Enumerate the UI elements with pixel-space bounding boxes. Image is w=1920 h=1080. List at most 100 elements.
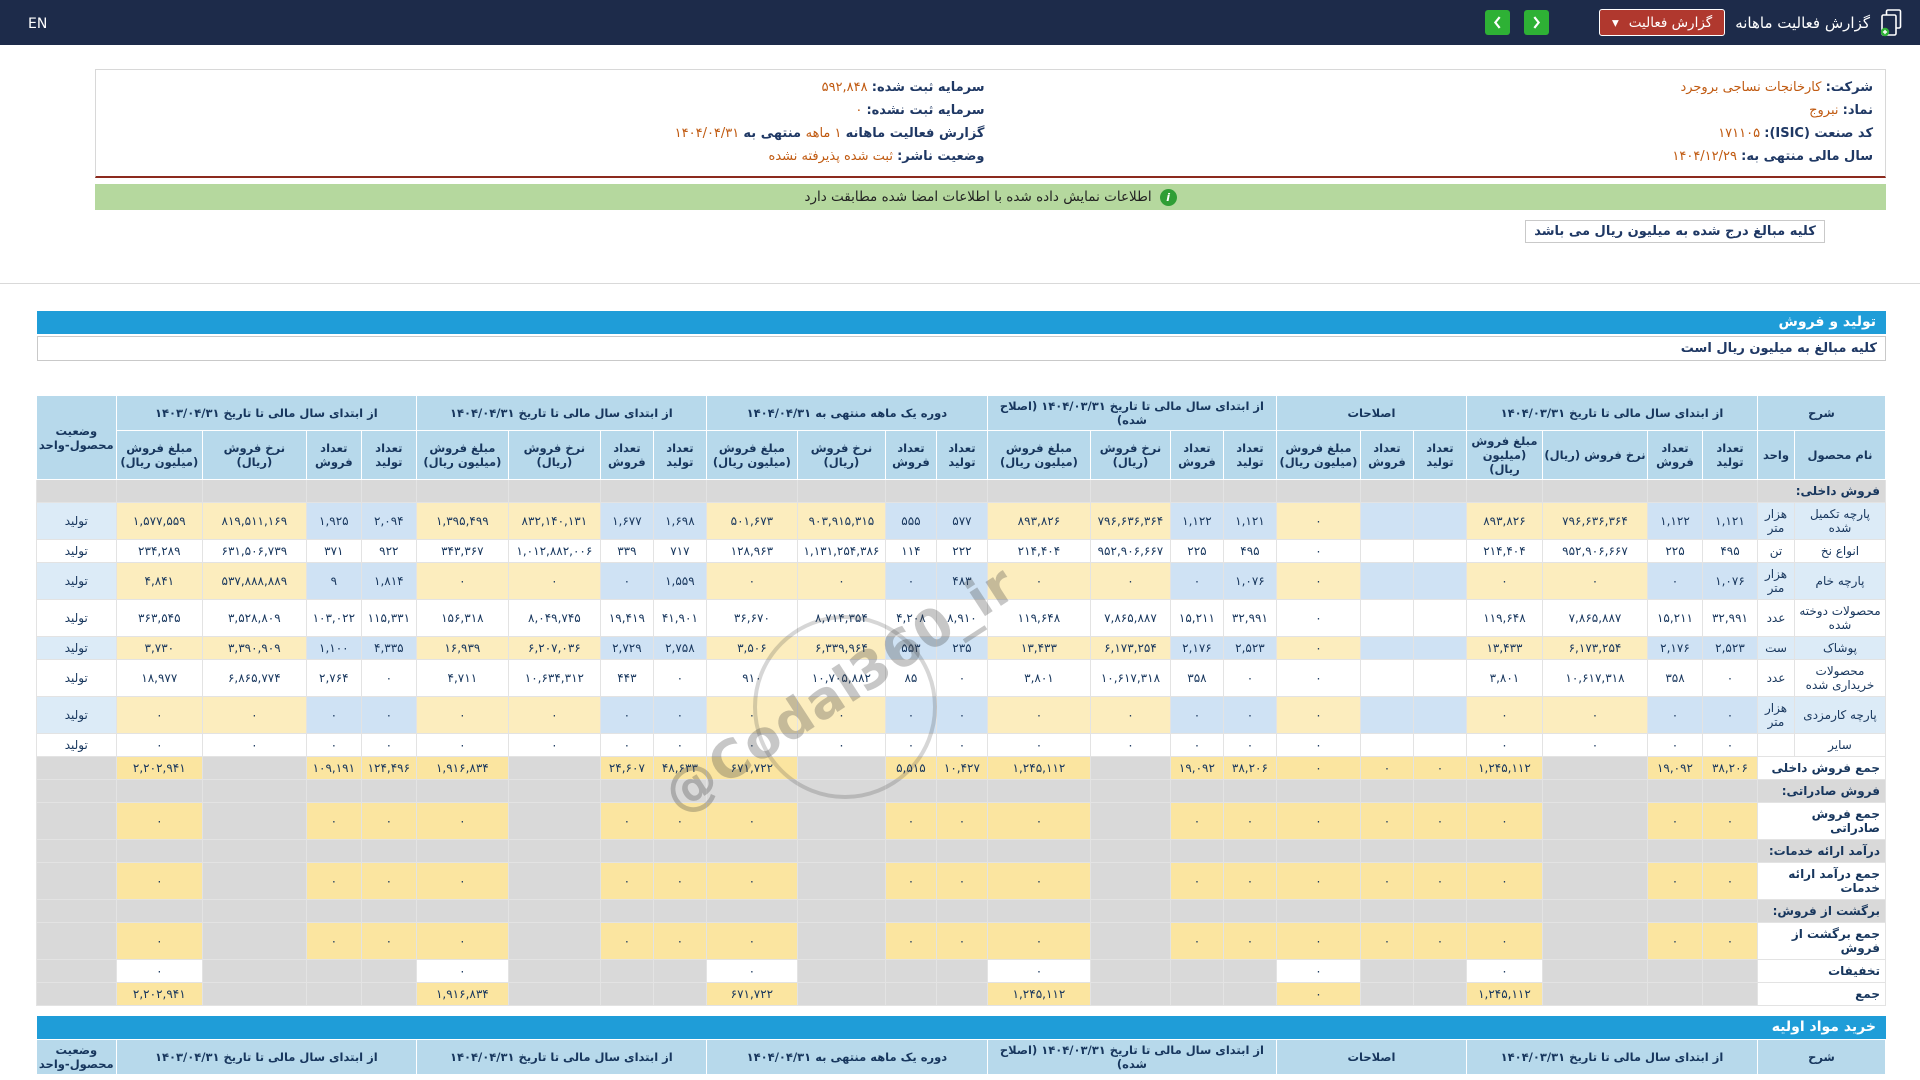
table-cell: ۰ (1465, 959, 1543, 983)
table-cell: ۰ (599, 696, 654, 734)
table-cell: ۱۵۶,۳۱۸ (415, 599, 509, 637)
table-cell: ۰ (305, 802, 362, 840)
table-cell (1359, 696, 1414, 734)
table-cell (201, 862, 307, 900)
page-title: گزارش فعالیت ماهانه (1735, 13, 1870, 32)
table-cell (1089, 899, 1171, 923)
header-measure: نرخ فروش (ریال) (1541, 430, 1648, 480)
table-cell: ۰ (1701, 802, 1758, 840)
table-row: پارچه تکمیل شده هزار متر ۱,۱۲۱ ۱,۱۲۲ ۷۹۶,۶۳۶… (35, 502, 1886, 540)
table-cell: ۰ (884, 922, 937, 960)
table-cell: ۸۹۳,۸۲۶ (986, 502, 1091, 540)
table-cell: ۰ (1275, 862, 1361, 900)
table-cell: ۰ (884, 733, 937, 757)
table-cell (305, 982, 362, 1006)
table-cell: فروش داخلی: (1756, 479, 1887, 503)
table-cell (1222, 899, 1277, 923)
table-cell: ۲۱۴,۴۰۴ (986, 539, 1091, 563)
table-cell: ۰ (1275, 802, 1361, 840)
info-value: ۱۴۰۴/۰۴/۳۱ (674, 126, 744, 141)
table-cell (1089, 839, 1171, 863)
table-cell: ۰ (652, 862, 707, 900)
table-cell: ۱۲۸,۹۶۳ (705, 539, 798, 563)
table-cell (1359, 982, 1414, 1006)
table-cell: ۱,۹۱۶,۸۳۴ (415, 982, 509, 1006)
table-cell: ۰ (415, 696, 509, 734)
table-cell (935, 479, 988, 503)
next-report-button[interactable] (1523, 10, 1549, 35)
header-period-group: از ابتدای سال مالی تا تاریخ ۱۴۰۳/۰۴/۳۱ (115, 395, 417, 431)
header-period-group: از ابتدای سال مالی تا تاریخ ۱۴۰۴/۰۳/۳۱ (… (986, 1039, 1277, 1075)
table-cell (201, 479, 307, 503)
table-cell: ۰ (705, 696, 798, 734)
table-cell: ۰ (1359, 862, 1414, 900)
table-cell (1646, 839, 1703, 863)
table-cell: ۹۱۰ (705, 659, 798, 697)
table-cell: ۰ (201, 733, 307, 757)
header-measure: تعداد فروش (1169, 430, 1224, 480)
language-toggle[interactable]: EN (28, 16, 47, 32)
table-cell: ۱,۶۹۸ (652, 502, 707, 540)
table-cell (1359, 539, 1414, 563)
table-cell: ۰ (705, 562, 798, 600)
table-cell (1412, 959, 1467, 983)
table-cell: ۰ (884, 696, 937, 734)
table-cell: ۳۶۳,۵۴۵ (115, 599, 203, 637)
table-cell: ۰ (1359, 922, 1414, 960)
table-cell: ۰ (1275, 959, 1361, 983)
table-cell: ۱۱۴ (884, 539, 937, 563)
table-cell: ۰ (1359, 802, 1414, 840)
table-cell: ۶,۳۳۹,۹۶۴ (796, 636, 886, 660)
table-unit-note: کلیه مبالغ به میلیون ریال است (37, 336, 1886, 361)
info-label: کد صنعت (ISIC): (1764, 126, 1873, 141)
table-cell: ۰ (986, 733, 1091, 757)
document-copy-icon (1880, 8, 1902, 36)
header-measure: تعداد تولید (360, 430, 417, 480)
table-cell: ۰ (507, 733, 601, 757)
table-cell (1222, 779, 1277, 803)
table-cell: ۰ (1089, 733, 1171, 757)
table-cell (1222, 479, 1277, 503)
table-cell (35, 756, 117, 780)
table-cell: عدد (1756, 599, 1796, 637)
table-cell: تولید (35, 599, 117, 637)
report-content: تولید و فروش کلیه مبالغ به میلیون ریال ا… (35, 311, 1887, 1075)
table-cell: ۲۲۲ (935, 539, 988, 563)
company-info-row: گزارش فعالیت ماهانه ۱ ماهه منتهی به ۱۴۰۴… (102, 122, 985, 145)
table-cell (796, 802, 886, 840)
table-cell (1541, 862, 1648, 900)
table-cell: ۰ (986, 696, 1091, 734)
table-cell: ۰ (705, 733, 798, 757)
table-cell: ۱,۰۱۲,۸۸۲,۰۰۶ (507, 539, 601, 563)
table-cell (705, 779, 798, 803)
table-cell (986, 839, 1091, 863)
table-cell: ۱,۹۲۵ (305, 502, 362, 540)
table-cell (35, 922, 117, 960)
table-cell: ۰ (115, 696, 203, 734)
prev-report-button[interactable] (1484, 10, 1510, 35)
table-cell: ۰ (986, 802, 1091, 840)
table-cell: ۲۲۵ (1169, 539, 1224, 563)
table-cell: ۸,۰۴۹,۷۴۵ (507, 599, 601, 637)
table-cell: ۰ (1465, 802, 1543, 840)
report-copy-icon[interactable] (1880, 8, 1904, 37)
table-cell: ۲۲۵ (1646, 539, 1703, 563)
header-product-name: نام محصول (1794, 430, 1886, 480)
table-cell: ۴,۲۰۸ (884, 599, 937, 637)
table-cell: ۲,۱۷۶ (1169, 636, 1224, 660)
table-cell (507, 982, 601, 1006)
table-cell: ۰ (201, 696, 307, 734)
table-cell (360, 982, 417, 1006)
table-cell (1089, 779, 1171, 803)
table-cell (796, 899, 886, 923)
table-cell: ۳۶,۶۷۰ (705, 599, 798, 637)
table-cell: ۰ (884, 862, 937, 900)
table-cell: ۰ (1465, 696, 1543, 734)
table-cell: ۲,۰۹۴ (360, 502, 417, 540)
table-cell (201, 779, 307, 803)
table-row: محصولات خریداری شده عدد ۰ ۳۵۸ ۱۰,۶۱۷,۳۱۸ ۳,۸۰… (35, 659, 1886, 697)
header-period-group: از ابتدای سال مالی تا تاریخ ۱۴۰۳/۰۴/۳۱ (115, 1039, 417, 1075)
report-type-dropdown[interactable]: گزارش فعالیت ▾ (1598, 9, 1726, 36)
table-cell (1412, 502, 1467, 540)
table-cell (201, 959, 307, 983)
